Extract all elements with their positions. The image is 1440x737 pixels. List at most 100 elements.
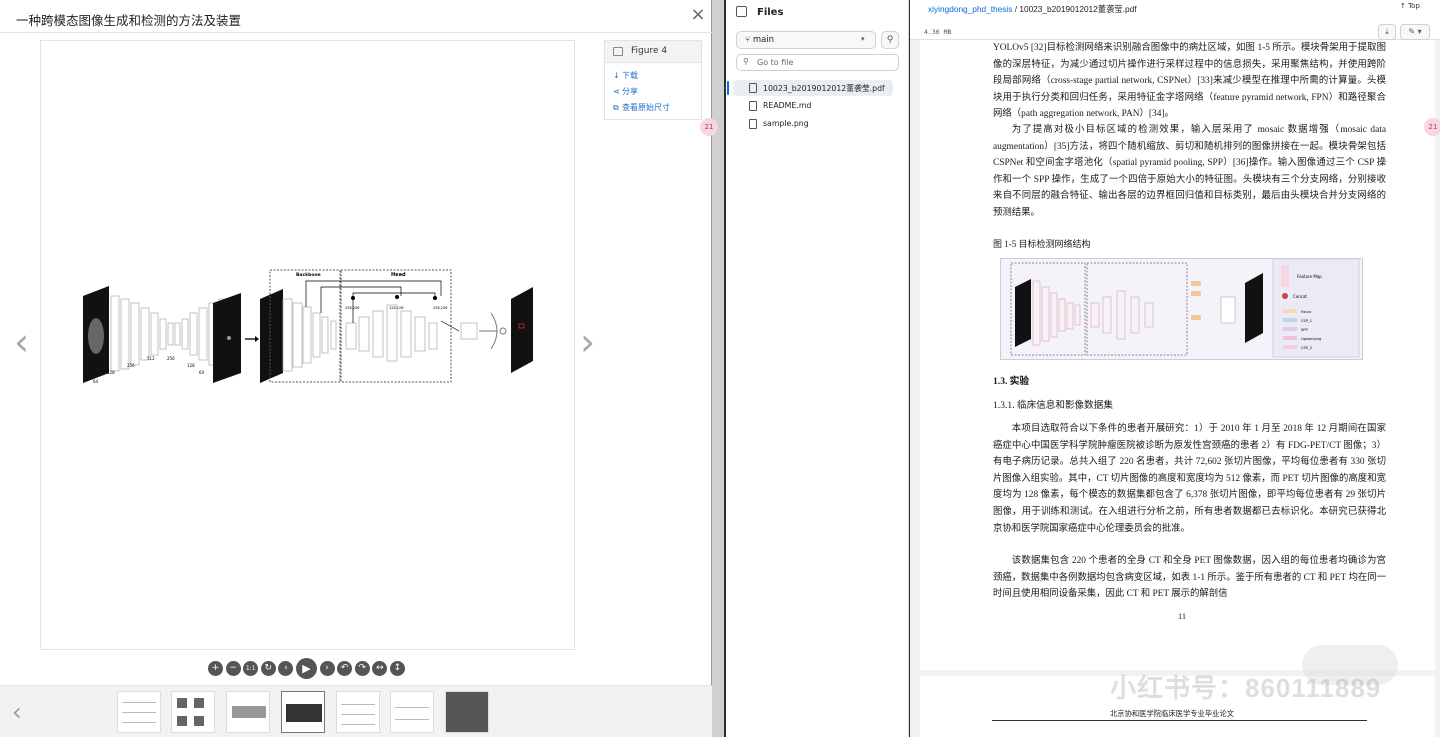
legend-label: Feature Map bbox=[1297, 274, 1322, 279]
head-dim-label: 256,256 bbox=[345, 306, 359, 310]
arrow-icon bbox=[245, 336, 259, 342]
backbone-blocks bbox=[282, 298, 337, 372]
flip-vertical-button[interactable]: ↕ bbox=[389, 661, 405, 676]
section-heading: 1.3. 实验 bbox=[993, 376, 1029, 387]
file-item-readme[interactable]: README.md bbox=[733, 98, 893, 114]
figure-panel-header: Figure 4 bbox=[605, 41, 701, 63]
file-name: 10023_b2019012012董袭莹.pdf bbox=[1019, 4, 1137, 14]
divider bbox=[0, 32, 712, 33]
previous-image-button[interactable]: ‹ bbox=[14, 322, 29, 362]
rotate-left-button[interactable]: ↶ bbox=[337, 661, 353, 676]
files-header: Files bbox=[736, 6, 783, 18]
concat-nodes bbox=[351, 295, 437, 300]
arrow-up-icon: ↑ bbox=[1400, 2, 1409, 10]
head-label: Head bbox=[391, 272, 406, 278]
rotate-right-button[interactable]: ↷ bbox=[354, 661, 370, 676]
breadcrumb: xiyingdong_phd_thesis / 10023_b201901201… bbox=[928, 4, 1137, 14]
dialog-title: 一种跨模态图像生成和检测的方法及装置 bbox=[16, 14, 242, 28]
thumbnail[interactable] bbox=[336, 691, 380, 733]
figure-image: Feature Map Concat Focus CSP_1 SPP Upsam… bbox=[1000, 258, 1363, 360]
download-link[interactable]: ↓ 下载 bbox=[613, 70, 638, 81]
tick-label: 64 bbox=[199, 370, 205, 375]
file-icon bbox=[749, 101, 757, 111]
paragraph: 为了提高对极小目标区域的检测效果，输入层采用了 mosaic 数据增强（mosa… bbox=[993, 125, 1386, 218]
go-to-file-input[interactable]: ⚲ Go to file bbox=[736, 54, 899, 71]
download-icon[interactable]: ⤓ bbox=[1378, 24, 1396, 40]
play-button[interactable]: ▶ bbox=[295, 658, 317, 679]
paragraph: YOLOv5 [32]目标检测网络来识别融合图像中的病灶区域，如图 1-5 所示… bbox=[993, 43, 1386, 120]
zoom-out-button[interactable]: − bbox=[225, 661, 241, 676]
actual-size-button[interactable]: 1:1 bbox=[243, 661, 259, 676]
branch-icon: ⑂ bbox=[745, 35, 753, 45]
subsection-heading: 1.3.1. 临床信息和影像数据集 bbox=[993, 400, 1113, 411]
tick-label: 512 bbox=[147, 356, 155, 361]
page-number: 11 bbox=[1178, 611, 1187, 621]
files-panel: Files ⑂ main ▾ ⚲ ⚲ Go to file 10023_b201… bbox=[726, 0, 909, 737]
head-dim-label: 256,256 bbox=[433, 306, 447, 310]
prev-button[interactable]: ‹ bbox=[278, 661, 294, 676]
file-item-sample[interactable]: sample.png bbox=[733, 116, 893, 132]
pdf-viewer: xiyingdong_phd_thesis / 10023_b201901201… bbox=[910, 0, 1440, 737]
image-icon bbox=[613, 47, 623, 56]
file-header: xiyingdong_phd_thesis / 10023_b201901201… bbox=[910, 0, 1440, 40]
head-dim-label: 128,128 bbox=[389, 306, 403, 310]
page-footer: 北京协和医学院临床医学专业毕业论文 bbox=[1110, 709, 1235, 718]
watermark: 小红书号：860111889 bbox=[1110, 673, 1382, 703]
image-stage: 64 128 256 512 256 128 64 Backbone Head bbox=[40, 40, 575, 650]
branch-name: main bbox=[752, 35, 775, 45]
top-link[interactable]: ↑ Top bbox=[1400, 2, 1420, 10]
thumbnail-prev-button[interactable]: ‹ bbox=[12, 698, 22, 726]
paragraph: 本项目选取符合以下条件的患者开展研究：1）于 2010 年 1 月至 2018 … bbox=[993, 424, 1386, 534]
thumbnail-active[interactable] bbox=[281, 691, 325, 733]
floating-badge[interactable]: 21 bbox=[700, 118, 718, 136]
thumbnail[interactable] bbox=[390, 691, 434, 733]
tick-label: 64 bbox=[93, 379, 99, 384]
search-icon[interactable]: ⚲ bbox=[881, 31, 899, 49]
legend-label: Upsamping bbox=[1301, 337, 1321, 341]
chevron-down-icon: ▾ bbox=[861, 35, 865, 43]
ct-input-slice bbox=[83, 286, 109, 383]
thumbnail[interactable] bbox=[226, 691, 270, 733]
original-size-link[interactable]: ⧉ 查看原始尺寸 bbox=[613, 102, 670, 113]
sidebar-toggle-icon[interactable] bbox=[736, 6, 747, 17]
thumbnail-strip: ‹ bbox=[0, 685, 712, 737]
thumbnail[interactable] bbox=[117, 691, 161, 733]
legend-label: Concat bbox=[1293, 294, 1307, 299]
pdf-page: YOLOv5 [32]目标检测网络来识别融合图像中的病灶区域，如图 1-5 所示… bbox=[920, 40, 1435, 737]
next-image-button[interactable]: › bbox=[580, 322, 595, 362]
zoom-in-button[interactable]: + bbox=[208, 661, 223, 676]
paragraph: 该数据集包含 220 个患者的全身 CT 和全身 PET 图像数据，因入组的每位… bbox=[993, 556, 1386, 600]
flip-horizontal-button[interactable]: ↔ bbox=[372, 661, 388, 676]
branch-selector[interactable]: ⑂ main ▾ bbox=[736, 31, 876, 49]
tick-label: 256 bbox=[127, 363, 135, 368]
tick-label: 128 bbox=[187, 363, 195, 368]
scrollbar[interactable] bbox=[712, 0, 724, 737]
search-icon: ⚲ bbox=[743, 57, 749, 66]
backbone-label: Backbone bbox=[296, 272, 321, 278]
reset-button[interactable]: ↻ bbox=[260, 661, 276, 676]
footer-rule bbox=[992, 720, 1367, 721]
go-to-file-placeholder: Go to file bbox=[757, 58, 794, 67]
legend-label: CSP_2 bbox=[1301, 346, 1312, 350]
thumbnail[interactable] bbox=[171, 691, 215, 733]
figure-panel: Figure 4 ↓ 下载 ⋖ 分享 ⧉ 查看原始尺寸 bbox=[604, 40, 702, 120]
expand-icon: ⧉ bbox=[613, 103, 619, 112]
fused-input-slice bbox=[260, 289, 283, 383]
network-diagram-image: 64 128 256 512 256 128 64 Backbone Head bbox=[83, 269, 533, 384]
tick-label: 256 bbox=[167, 356, 175, 361]
pet-output-slice bbox=[213, 293, 241, 383]
figure-label: Figure 4 bbox=[631, 46, 668, 56]
share-link[interactable]: ⋖ 分享 bbox=[613, 86, 638, 97]
next-button[interactable]: › bbox=[319, 661, 335, 676]
edit-icon[interactable]: ✎ ▾ bbox=[1400, 24, 1430, 40]
file-icon bbox=[749, 119, 757, 129]
output-arrows bbox=[479, 312, 507, 350]
repo-link[interactable]: xiyingdong_phd_thesis bbox=[928, 4, 1012, 14]
download-icon: ↓ bbox=[613, 71, 620, 80]
thumbnail[interactable] bbox=[445, 691, 489, 733]
floating-badge[interactable]: 21 bbox=[1424, 118, 1440, 136]
share-icon: ⋖ bbox=[613, 87, 620, 96]
file-item-pdf[interactable]: 10023_b2019012012董袭莹.pdf bbox=[727, 80, 893, 96]
network-figure: Feature Map Concat Focus CSP_1 SPP Upsam… bbox=[1010, 258, 1360, 358]
close-icon[interactable]: × bbox=[690, 6, 706, 24]
